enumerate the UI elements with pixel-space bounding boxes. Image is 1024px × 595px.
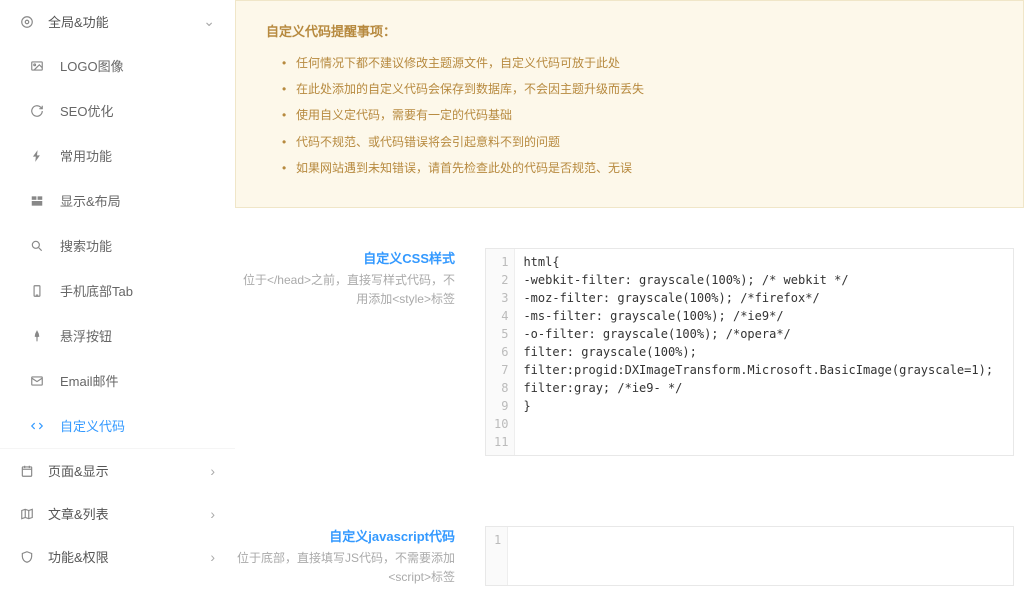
sidebar: 全局&功能 ⌄ LOGO图像 SEO优化 常用功能 显示&布局 搜索功能 手机底… <box>0 0 235 595</box>
bolt-icon <box>30 149 50 163</box>
sidebar-item-custom-code[interactable]: 自定义代码 <box>0 403 235 448</box>
sidebar-item-label: 常用功能 <box>60 146 112 165</box>
notice-item: 如果网站遇到未知错误，请首先检查此处的代码是否规范、无误 <box>296 159 993 178</box>
calendar-icon <box>20 464 40 478</box>
sidebar-item-label: 自定义代码 <box>60 416 125 435</box>
css-code-editor[interactable]: 1234567891011 html{-webkit-filter: grays… <box>485 248 1014 456</box>
map-icon <box>20 507 40 521</box>
nav-section-page[interactable]: 页面&显示 › <box>0 449 235 492</box>
code-gutter: 1 <box>486 527 508 585</box>
notice-list: 任何情况下都不建议修改主题源文件，自定义代码可放于此处 在此处添加的自定义代码会… <box>266 54 993 178</box>
nav-section-label: 文章&列表 <box>48 504 109 523</box>
notice-item: 任何情况下都不建议修改主题源文件，自定义代码可放于此处 <box>296 54 993 73</box>
chevron-right-icon: › <box>210 463 215 479</box>
sidebar-item-label: 手机底部Tab <box>60 281 133 300</box>
field-desc: 位于</head>之前，直接写样式代码，不用添加<style>标签 <box>235 271 455 309</box>
sidebar-item-float[interactable]: 悬浮按钮 <box>0 313 235 358</box>
field-title: 自定义javascript代码 <box>235 526 455 545</box>
sidebar-item-label: 搜索功能 <box>60 236 112 255</box>
sidebar-item-layout[interactable]: 显示&布局 <box>0 178 235 223</box>
pin-icon <box>30 329 50 343</box>
sidebar-item-label: SEO优化 <box>60 101 113 120</box>
nav-section-label: 功能&权限 <box>48 547 109 566</box>
chevron-right-icon: › <box>210 549 215 565</box>
nav-section-label: 全局&功能 <box>48 12 109 31</box>
shield-icon <box>20 550 40 564</box>
notice-title: 自定义代码提醒事项： <box>266 21 993 40</box>
search-icon <box>30 239 50 253</box>
mobile-icon <box>30 284 50 298</box>
code-gutter: 1234567891011 <box>486 249 515 455</box>
sidebar-item-label: LOGO图像 <box>60 56 124 75</box>
sidebar-item-label: Email邮件 <box>60 371 119 390</box>
sidebar-item-common[interactable]: 常用功能 <box>0 133 235 178</box>
notice-box: 自定义代码提醒事项： 任何情况下都不建议修改主题源文件，自定义代码可放于此处 在… <box>235 0 1024 208</box>
sidebar-item-search[interactable]: 搜索功能 <box>0 223 235 268</box>
main-content: 自定义代码提醒事项： 任何情况下都不建议修改主题源文件，自定义代码可放于此处 在… <box>235 0 1024 595</box>
code-content[interactable]: html{-webkit-filter: grayscale(100%); /*… <box>515 249 1013 455</box>
refresh-icon <box>30 104 50 118</box>
sidebar-item-mobile[interactable]: 手机底部Tab <box>0 268 235 313</box>
image-icon <box>30 59 50 73</box>
mail-icon <box>30 374 50 388</box>
chevron-right-icon: › <box>210 506 215 522</box>
sidebar-item-logo[interactable]: LOGO图像 <box>0 43 235 88</box>
field-custom-js: 自定义javascript代码 位于底部，直接填写JS代码，不需要添加<scri… <box>235 526 1024 587</box>
sidebar-item-email[interactable]: Email邮件 <box>0 358 235 403</box>
notice-item: 使用自义定代码，需要有一定的代码基础 <box>296 106 993 125</box>
sidebar-item-seo[interactable]: SEO优化 <box>0 88 235 133</box>
nav-section-article[interactable]: 文章&列表 › <box>0 492 235 535</box>
target-icon <box>20 15 40 29</box>
nav-section-global[interactable]: 全局&功能 ⌄ <box>0 0 235 43</box>
nav-section-permission[interactable]: 功能&权限 › <box>0 535 235 578</box>
notice-item: 代码不规范、或代码错误将会引起意料不到的问题 <box>296 133 993 152</box>
field-desc: 位于底部，直接填写JS代码，不需要添加<script>标签 <box>235 549 455 587</box>
sidebar-item-label: 悬浮按钮 <box>60 326 112 345</box>
code-content[interactable] <box>508 527 1013 585</box>
chevron-down-icon: ⌄ <box>203 13 215 30</box>
field-custom-css: 自定义CSS样式 位于</head>之前，直接写样式代码，不用添加<style>… <box>235 248 1024 456</box>
sidebar-item-label: 显示&布局 <box>60 191 121 210</box>
code-icon <box>30 419 50 433</box>
nav-section-label: 页面&显示 <box>48 461 109 480</box>
field-title: 自定义CSS样式 <box>235 248 455 267</box>
js-code-editor[interactable]: 1 <box>485 526 1014 586</box>
layout-icon <box>30 194 50 208</box>
notice-item: 在此处添加的自定义代码会保存到数据库，不会因主题升级而丢失 <box>296 80 993 99</box>
